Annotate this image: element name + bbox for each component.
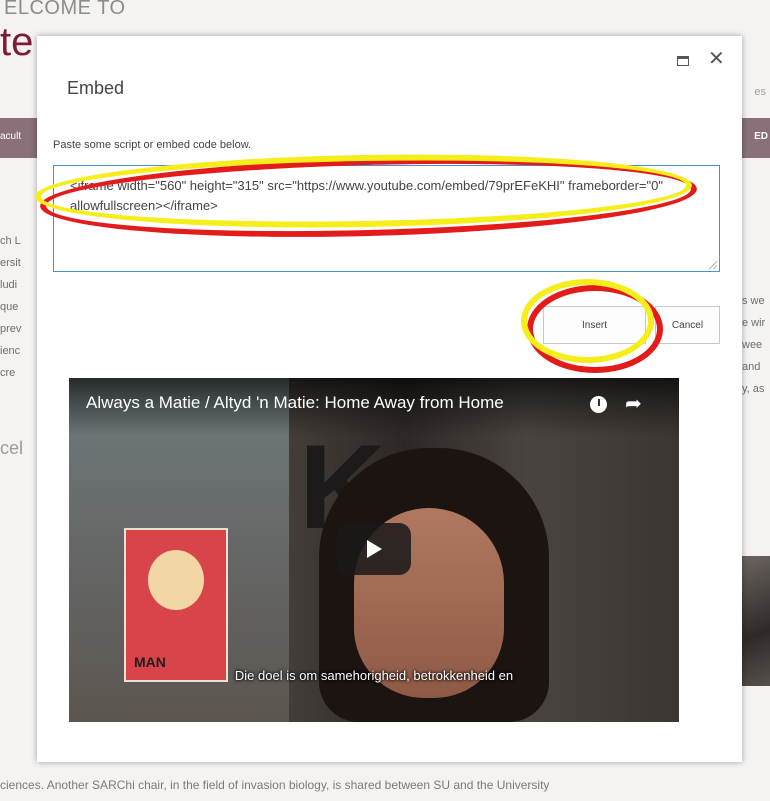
play-button[interactable]: [337, 523, 411, 575]
maximize-icon[interactable]: [677, 56, 689, 66]
resize-grip-icon[interactable]: [709, 261, 717, 269]
page-side-photo: [742, 556, 770, 686]
video-title[interactable]: Always a Matie / Altyd 'n Matie: Home Aw…: [86, 393, 504, 413]
page-search-fragment: es: [754, 86, 766, 98]
left-text-line: que: [0, 301, 19, 313]
right-text-line: wee: [742, 339, 763, 351]
left-text-line: ludi: [0, 279, 18, 291]
right-text-line: s we: [742, 295, 765, 307]
right-text-line: y, as: [742, 383, 765, 395]
embed-instruction: Paste some script or embed code below.: [53, 139, 252, 151]
page-left-text-column: ch L ersit ludi que prev ienc cre: [0, 230, 40, 384]
page-right-text-column: s we e wir wee and y, as: [742, 290, 770, 400]
left-text-line: prev: [0, 323, 22, 335]
page-nav-item-left: acult: [0, 131, 22, 142]
page-nav-item-right: ED: [754, 131, 768, 142]
cancel-button[interactable]: Cancel: [655, 306, 720, 344]
left-text-line: cre: [0, 367, 16, 379]
close-icon[interactable]: ✕: [708, 47, 725, 71]
watch-later-icon[interactable]: [590, 396, 607, 413]
page-section-heading: cel: [0, 438, 24, 458]
embed-dialog: Embed ✕ Paste some script or embed code …: [37, 36, 742, 762]
insert-button[interactable]: Insert: [543, 306, 646, 344]
poster-figure: [148, 550, 204, 610]
embed-code-text: <iframe width="560" height="315" src="ht…: [70, 178, 667, 213]
left-text-line: ch L: [0, 235, 21, 247]
dialog-title: Embed: [67, 78, 125, 98]
page-bottom-paragraph: ciences. Another SARChi chair, in the fi…: [0, 778, 550, 792]
page-site-title: te: [0, 20, 34, 64]
left-text-line: ienc: [0, 345, 21, 357]
video-preview[interactable]: MAN K Always a Matie / Altyd 'n Matie: H…: [69, 378, 679, 722]
video-caption: Die doel is om samehorigheid, betrokkenh…: [234, 668, 514, 683]
left-text-line: ersit: [0, 257, 21, 269]
share-icon[interactable]: ➦: [625, 391, 642, 416]
right-text-line: and: [742, 361, 761, 373]
video-wall-poster: MAN: [124, 528, 228, 682]
embed-code-textarea[interactable]: <iframe width="560" height="315" src="ht…: [53, 165, 720, 272]
page-welcome-heading: ELCOME TO: [4, 0, 126, 19]
right-text-line: e wir: [742, 317, 766, 329]
